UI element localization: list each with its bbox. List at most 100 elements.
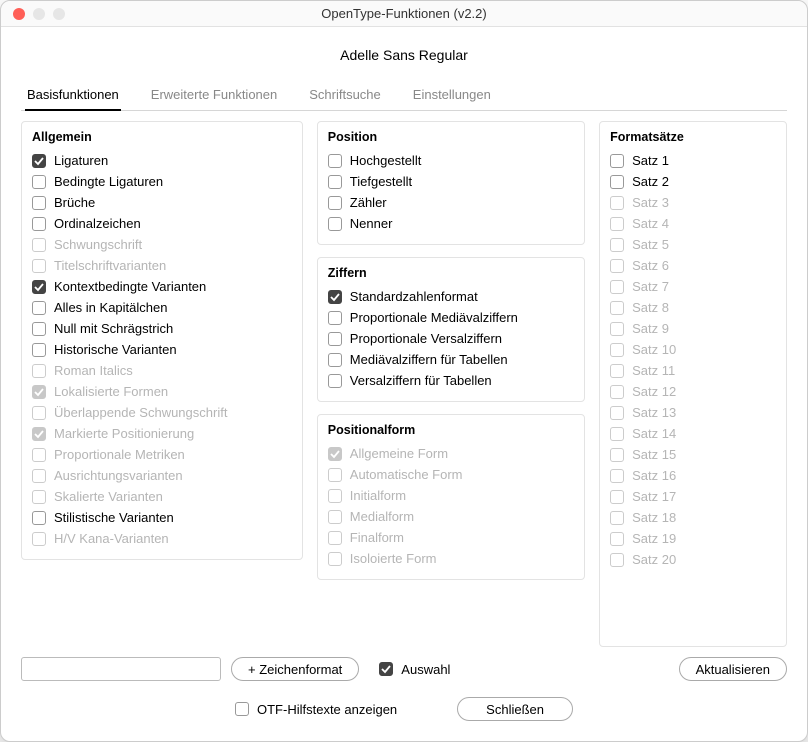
allgemein-item-16: Skalierte Varianten: [32, 486, 292, 507]
auswahl-checkbox-row[interactable]: Auswahl: [379, 659, 450, 680]
allgemein-item-8[interactable]: Null mit Schrägstrich: [32, 318, 292, 339]
checkbox-icon: [610, 196, 624, 210]
checkbox-icon: [328, 447, 342, 461]
checkbox-icon[interactable]: [32, 217, 46, 231]
checkbox-icon[interactable]: [328, 175, 342, 189]
checkbox-icon[interactable]: [610, 154, 624, 168]
position-item-2[interactable]: Zähler: [328, 192, 574, 213]
checkbox-label: Satz 6: [632, 258, 669, 273]
allgemein-item-17[interactable]: Stilistische Varianten: [32, 507, 292, 528]
checkbox-icon: [610, 238, 624, 252]
checkbox-icon: [328, 531, 342, 545]
hilfetexte-checkbox[interactable]: [235, 702, 249, 716]
group-allgemein: Allgemein LigaturenBedingte LigaturenBrüc…: [21, 121, 303, 560]
checkbox-icon[interactable]: [328, 196, 342, 210]
ziffern-item-0[interactable]: Standardzahlenformat: [328, 286, 574, 307]
checkbox-label: Zähler: [350, 195, 387, 210]
checkbox-label: Satz 4: [632, 216, 669, 231]
checkbox-icon[interactable]: [328, 217, 342, 231]
checkbox-icon[interactable]: [610, 175, 624, 189]
checkbox-icon[interactable]: [328, 290, 342, 304]
allgemein-item-18: H/V Kana-Varianten: [32, 528, 292, 549]
bottom-bar: + Zeichenformat Auswahl Aktualisieren: [21, 647, 787, 683]
checkbox-label: Satz 10: [632, 342, 676, 357]
checkbox-label: Proportionale Versalziffern: [350, 331, 502, 346]
tab-2[interactable]: Schriftsuche: [307, 81, 383, 110]
checkbox-icon: [32, 532, 46, 546]
checkbox-icon[interactable]: [32, 343, 46, 357]
position-item-3[interactable]: Nenner: [328, 213, 574, 234]
format-name-input[interactable]: [21, 657, 221, 681]
zoom-icon[interactable]: [53, 8, 65, 20]
hilfetexte-label: OTF-Hilfstexte anzeigen: [257, 702, 397, 717]
checkbox-label: Satz 9: [632, 321, 669, 336]
checkbox-label: Hochgestellt: [350, 153, 422, 168]
formatsaetze-item-19: Satz 20: [610, 549, 776, 570]
allgemein-item-6[interactable]: Kontextbedingte Varianten: [32, 276, 292, 297]
tab-0[interactable]: Basisfunktionen: [25, 81, 121, 110]
checkbox-label: Tiefgestellt: [350, 174, 412, 189]
checkbox-label: Satz 1: [632, 153, 669, 168]
ziffern-item-1[interactable]: Proportionale Mediävalziffern: [328, 307, 574, 328]
checkbox-label: Satz 12: [632, 384, 676, 399]
allgemein-item-10: Roman Italics: [32, 360, 292, 381]
allgemein-item-7[interactable]: Alles in Kapitälchen: [32, 297, 292, 318]
checkbox-label: Allgemeine Form: [350, 446, 448, 461]
checkbox-icon: [610, 385, 624, 399]
checkbox-icon: [610, 259, 624, 273]
checkbox-label: Mediävalziffern für Tabellen: [350, 352, 508, 367]
checkbox-icon[interactable]: [32, 322, 46, 336]
formatsaetze-item-9: Satz 10: [610, 339, 776, 360]
checkbox-icon[interactable]: [328, 311, 342, 325]
ziffern-item-2[interactable]: Proportionale Versalziffern: [328, 328, 574, 349]
formatsaetze-item-1[interactable]: Satz 2: [610, 171, 776, 192]
window: OpenType-Funktionen (v2.2) Adelle Sans R…: [0, 0, 808, 742]
allgemein-item-9[interactable]: Historische Varianten: [32, 339, 292, 360]
allgemein-item-3[interactable]: Ordinalzeichen: [32, 213, 292, 234]
position-item-0[interactable]: Hochgestellt: [328, 150, 574, 171]
checkbox-icon[interactable]: [328, 353, 342, 367]
checkbox-icon[interactable]: [328, 332, 342, 346]
ziffern-item-4[interactable]: Versalziffern für Tabellen: [328, 370, 574, 391]
checkbox-icon[interactable]: [328, 154, 342, 168]
checkbox-icon: [32, 427, 46, 441]
allgemein-item-1[interactable]: Bedingte Ligaturen: [32, 171, 292, 192]
aktualisieren-button[interactable]: Aktualisieren: [679, 657, 787, 681]
checkbox-icon: [610, 532, 624, 546]
tab-1[interactable]: Erweiterte Funktionen: [149, 81, 279, 110]
positionalform-item-0: Allgemeine Form: [328, 443, 574, 464]
checkbox-label: Satz 13: [632, 405, 676, 420]
checkbox-icon[interactable]: [32, 175, 46, 189]
auswahl-checkbox[interactable]: [379, 662, 393, 676]
checkbox-icon[interactable]: [32, 154, 46, 168]
checkbox-icon[interactable]: [32, 280, 46, 294]
checkbox-label: Ausrichtungsvarianten: [54, 468, 183, 483]
checkbox-label: Standardzahlenformat: [350, 289, 478, 304]
checkbox-icon[interactable]: [32, 301, 46, 315]
checkbox-label: Markierte Positionierung: [54, 426, 194, 441]
hilfetexte-checkbox-row[interactable]: OTF-Hilfstexte anzeigen: [235, 699, 397, 720]
allgemein-item-0[interactable]: Ligaturen: [32, 150, 292, 171]
ziffern-title: Ziffern: [328, 266, 574, 280]
add-format-button[interactable]: + Zeichenformat: [231, 657, 359, 681]
checkbox-icon[interactable]: [328, 374, 342, 388]
close-icon[interactable]: [13, 8, 25, 20]
allgemein-title: Allgemein: [32, 130, 292, 144]
minimize-icon[interactable]: [33, 8, 45, 20]
checkbox-icon: [610, 490, 624, 504]
checkbox-icon[interactable]: [32, 196, 46, 210]
checkbox-label: Versalziffern für Tabellen: [350, 373, 492, 388]
tab-3[interactable]: Einstellungen: [411, 81, 493, 110]
formatsaetze-item-5: Satz 6: [610, 255, 776, 276]
position-item-1[interactable]: Tiefgestellt: [328, 171, 574, 192]
column-1: Allgemein LigaturenBedingte LigaturenBrüc…: [21, 121, 303, 647]
formatsaetze-item-4: Satz 5: [610, 234, 776, 255]
formatsaetze-item-7: Satz 8: [610, 297, 776, 318]
formatsaetze-item-11: Satz 12: [610, 381, 776, 402]
ziffern-item-3[interactable]: Mediävalziffern für Tabellen: [328, 349, 574, 370]
allgemein-item-2[interactable]: Brüche: [32, 192, 292, 213]
formatsaetze-item-0[interactable]: Satz 1: [610, 150, 776, 171]
schliessen-button[interactable]: Schließen: [457, 697, 573, 721]
checkbox-icon[interactable]: [32, 511, 46, 525]
footer: OTF-Hilfstexte anzeigen Schließen: [21, 683, 787, 723]
